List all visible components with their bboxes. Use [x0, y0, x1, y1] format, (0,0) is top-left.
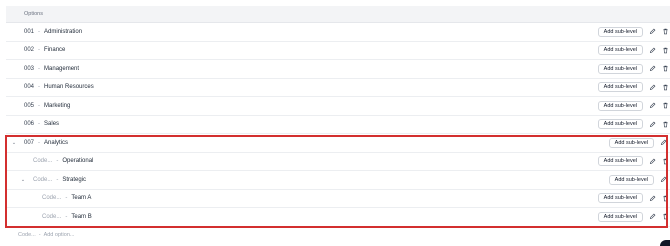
pencil-icon[interactable] [647, 193, 657, 203]
option-code: 005 [24, 102, 35, 109]
pencil-icon[interactable] [647, 64, 657, 74]
option-name: Human Resources [44, 84, 94, 91]
option-row: 004 - Human Resources Add sub-level [6, 79, 670, 97]
option-name: Team B [71, 213, 92, 220]
pencil-icon[interactable] [647, 156, 657, 166]
add-sub-level-button[interactable]: Add sub-level [597, 119, 643, 130]
separator: - [65, 213, 68, 220]
option-code: 004 [24, 84, 35, 91]
option-code: 003 [24, 65, 35, 72]
option-row: 005 - Marketing Add sub-level [6, 97, 670, 116]
separator: - [38, 102, 41, 109]
options-header-title: Options [24, 11, 43, 17]
trash-icon[interactable] [660, 27, 670, 37]
add-sub-level-button[interactable]: Add sub-level [608, 137, 654, 148]
option-code: 001 [24, 28, 35, 35]
chevron-down-icon[interactable]: ⌄ [10, 140, 18, 146]
separator: - [38, 232, 41, 238]
separator: - [38, 84, 41, 91]
pencil-icon[interactable] [647, 82, 657, 92]
option-row: Code... - Operational Add sub-level [6, 153, 670, 171]
option-code[interactable]: Code... [33, 158, 52, 164]
trash-icon[interactable] [660, 156, 670, 166]
separator: - [38, 28, 41, 35]
trash-icon[interactable] [660, 193, 670, 203]
option-row: Code... - Team B Add sub-level [6, 208, 670, 227]
add-sub-level-button[interactable]: Add sub-level [597, 100, 643, 111]
pencil-icon[interactable] [647, 45, 657, 55]
option-name: Sales [44, 121, 60, 128]
option-code: 002 [24, 47, 35, 54]
trash-icon[interactable] [660, 212, 670, 222]
separator: - [38, 47, 41, 54]
option-row: Code... - Team A Add sub-level [6, 190, 670, 208]
option-code[interactable]: Code... [33, 177, 52, 183]
option-name: Management [44, 65, 80, 72]
separator: - [38, 65, 41, 72]
separator: - [56, 176, 59, 183]
option-name: Marketing [44, 102, 71, 109]
options-header: Options [6, 6, 670, 23]
option-row: 006 - Sales Add sub-level [6, 116, 670, 134]
pencil-icon[interactable] [658, 138, 668, 148]
separator: - [65, 195, 68, 202]
option-name: Operational [62, 158, 94, 165]
add-sub-level-button[interactable]: Add sub-level [597, 63, 643, 74]
separator: - [38, 121, 41, 128]
pencil-icon[interactable] [647, 27, 657, 37]
option-name: Strategic [62, 176, 87, 183]
option-name: Finance [44, 47, 66, 54]
pencil-icon[interactable] [658, 175, 668, 185]
option-row: ⌄ Code... - Strategic Add sub-level [6, 171, 670, 190]
trash-icon[interactable] [660, 119, 670, 129]
add-sub-level-button[interactable]: Add sub-level [597, 26, 643, 37]
trash-icon[interactable] [660, 45, 670, 55]
pencil-icon[interactable] [647, 212, 657, 222]
option-row: ⌄ 007 - Analytics Add sub-level [6, 134, 670, 153]
option-name: Administration [44, 28, 83, 35]
add-sub-level-button[interactable]: Add sub-level [608, 174, 654, 185]
pencil-icon[interactable] [647, 119, 657, 129]
add-sub-level-button[interactable]: Add sub-level [597, 156, 643, 167]
corner-widget [660, 240, 670, 246]
add-sub-level-button[interactable]: Add sub-level [597, 211, 643, 222]
add-option-row[interactable]: Code... - Add option... [18, 232, 74, 238]
option-name: Team A [71, 195, 92, 202]
add-option-name-input[interactable]: Add option... [44, 232, 75, 238]
add-option-code-input[interactable]: Code... [18, 232, 36, 238]
separator: - [38, 139, 41, 146]
option-name: Analytics [44, 139, 69, 146]
add-sub-level-button[interactable]: Add sub-level [597, 45, 643, 56]
add-sub-level-button[interactable]: Add sub-level [597, 193, 643, 204]
option-code[interactable]: Code... [42, 195, 61, 201]
pencil-icon[interactable] [647, 101, 657, 111]
trash-icon[interactable] [660, 82, 670, 92]
add-sub-level-button[interactable]: Add sub-level [597, 82, 643, 93]
option-row: 003 - Management Add sub-level [6, 60, 670, 79]
options-panel: Options 001 - Administration Add sub-lev… [6, 6, 670, 246]
option-code: 006 [24, 121, 35, 128]
option-row: 002 - Finance Add sub-level [6, 42, 670, 60]
trash-icon[interactable] [660, 64, 670, 74]
option-code[interactable]: Code... [42, 214, 61, 220]
separator: - [56, 158, 59, 165]
trash-icon[interactable] [660, 101, 670, 111]
option-row: 001 - Administration Add sub-level [6, 23, 670, 42]
chevron-down-icon[interactable]: ⌄ [19, 177, 27, 183]
option-code: 007 [24, 139, 35, 146]
